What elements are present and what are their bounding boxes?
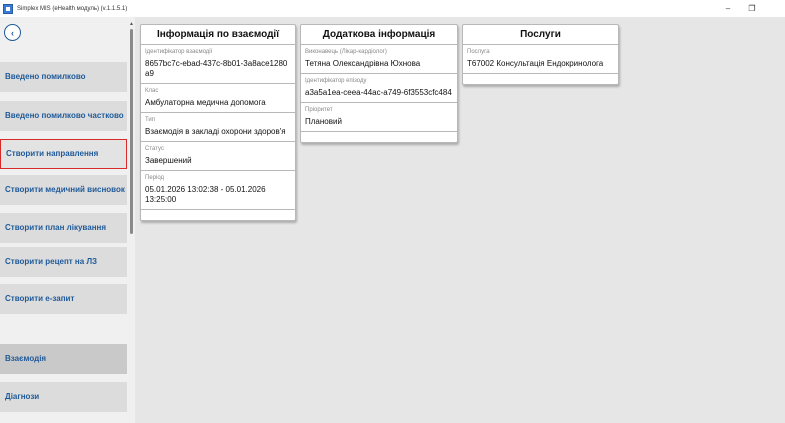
interaction-info-card: Інформація по взаємодії Ідентифікатор вз… [140, 24, 296, 221]
services-card: Послуги Послуга Т67002 Консультація Ендо… [462, 24, 619, 85]
sidebar-item-label: Взаємодія [5, 354, 47, 363]
sidebar-item-create-medical-conclusion[interactable]: Створити медичний висновок [0, 175, 127, 205]
sidebar-item-label: Створити план лікування [5, 223, 107, 232]
field-performer: Виконавець (Лікар-кардіолог) Тетяна Олек… [301, 45, 457, 74]
sidebar-item-label: Діагнози [5, 392, 40, 401]
sidebar-item-entered-in-error[interactable]: Введено помилково [0, 62, 127, 92]
scrollbar-thumb[interactable] [130, 29, 133, 234]
field-label: Ідентифікатор взаємодії [145, 49, 213, 55]
field-label: Ідентифікатор епізоду [305, 78, 367, 84]
field-label: Послуга [467, 49, 490, 55]
field-label: Клас [145, 88, 159, 94]
field-value: Амбулаторна медична допомога [145, 98, 266, 107]
field-label: Виконавець (Лікар-кардіолог) [305, 49, 387, 55]
minimize-button[interactable]: – [716, 0, 740, 17]
field-value: Тетяна Олександрівна Юхнова [305, 59, 421, 68]
sidebar-item-label: Створити е-запит [5, 294, 75, 303]
window-title: Simplex MIS (eHealth модуль) (v.1.1.5.1) [17, 5, 128, 12]
field-status: Статус Завершений [141, 142, 295, 171]
field-value: a3a5a1ea-ceea-44ac-a749-6f3553cfc484 [305, 88, 452, 97]
sidebar-item-create-care-plan[interactable]: Створити план лікування [0, 213, 127, 243]
app-logo-icon [3, 3, 13, 14]
title-bar: Simplex MIS (eHealth модуль) (v.1.1.5.1)… [0, 0, 785, 17]
field-value: Взаємодія в закладі охорони здоров'я [145, 127, 286, 136]
sidebar-item-diagnoses[interactable]: Діагнози [0, 382, 127, 412]
field-value: 05.01.2026 13:02:38 - 05.01.2026 13:25:0… [145, 185, 266, 204]
field-episode-id: Ідентифікатор епізоду a3a5a1ea-ceea-44ac… [301, 74, 457, 103]
field-value: Плановий [305, 117, 342, 126]
field-value: Завершений [145, 156, 192, 165]
sidebar-item-create-prescription[interactable]: Створити рецепт на ЛЗ [0, 247, 127, 277]
field-label: Пріоритет [305, 107, 333, 113]
sidebar-item-interaction[interactable]: Взаємодія [0, 344, 127, 374]
back-button[interactable]: ‹ [4, 24, 21, 41]
sidebar-item-create-referral[interactable]: Створити направлення [0, 139, 127, 169]
sidebar-scrollbar[interactable]: ▲ [129, 22, 134, 423]
field-service: Послуга Т67002 Консультація Ендокринолог… [463, 45, 618, 74]
field-interaction-id: Ідентифікатор взаємодії 8657bc7c-ebad-43… [141, 45, 295, 84]
field-value: Т67002 Консультація Ендокринолога [467, 59, 604, 68]
field-value: 8657bc7c-ebad-437c-8b01-3a8ace1280a9 [145, 59, 288, 78]
sidebar-item-label: Створити направлення [6, 149, 99, 158]
field-type: Тип Взаємодія в закладі охорони здоров'я [141, 113, 295, 142]
additional-info-card: Додаткова інформація Виконавець (Лікар-к… [300, 24, 458, 143]
card-title: Інформація по взаємодії [141, 25, 295, 45]
restore-button[interactable]: ❐ [740, 0, 764, 17]
sidebar-item-label: Створити рецепт на ЛЗ [5, 257, 98, 266]
field-label: Тип [145, 117, 156, 123]
field-class: Клас Амбулаторна медична допомога [141, 84, 295, 113]
sidebar-item-label: Введено помилково [5, 72, 86, 81]
sidebar-item-label: Створити медичний висновок [5, 185, 125, 194]
scroll-up-icon[interactable]: ▲ [129, 22, 134, 27]
card-title: Послуги [463, 25, 618, 45]
field-priority: Пріоритет Плановий [301, 103, 457, 132]
sidebar-item-create-e-request[interactable]: Створити е-запит [0, 284, 127, 314]
sidebar-item-label: Введено помилково частково [5, 111, 124, 120]
field-label: Період [145, 175, 165, 181]
field-period: Період 05.01.2026 13:02:38 - 05.01.2026 … [141, 171, 295, 210]
sidebar-item-entered-in-error-partial[interactable]: Введено помилково частково [0, 101, 127, 131]
chevron-left-icon: ‹ [11, 27, 14, 38]
sidebar: ‹ Введено помилково Введено помилково ча… [0, 17, 135, 423]
field-label: Статус [145, 146, 164, 152]
card-title: Додаткова інформація [301, 25, 457, 45]
